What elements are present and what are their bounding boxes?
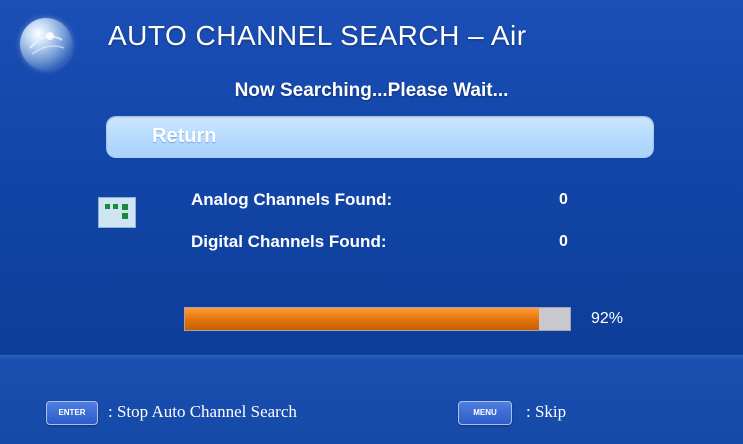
channel-list-icon (98, 197, 136, 228)
auto-channel-search-screen: AUTO CHANNEL SEARCH – Air Now Searching.… (0, 0, 743, 444)
search-progress-fill (185, 308, 540, 330)
search-status-text: Now Searching...Please Wait... (234, 80, 509, 101)
search-progress-percent: 92% (591, 310, 624, 327)
analog-channels-count: 0 (559, 191, 568, 208)
analog-channels-label: Analog Channels Found: (191, 190, 393, 209)
return-button[interactable]: Return (106, 116, 654, 158)
enter-key-hint: : Stop Auto Channel Search (108, 402, 297, 421)
return-button-label: Return (152, 125, 217, 147)
enter-key-badge[interactable]: ENTER (46, 401, 98, 425)
search-progress-bar (184, 307, 571, 331)
menu-key-hint: : Skip (526, 402, 567, 421)
footer-bar: ENTER : Stop Auto Channel Search MENU : … (0, 361, 743, 444)
satellite-globe-icon (20, 18, 72, 70)
menu-key-badge[interactable]: MENU (458, 401, 512, 425)
digital-channels-label: Digital Channels Found: (191, 232, 387, 251)
digital-channels-count: 0 (559, 233, 568, 250)
page-title: AUTO CHANNEL SEARCH – Air (108, 20, 527, 51)
